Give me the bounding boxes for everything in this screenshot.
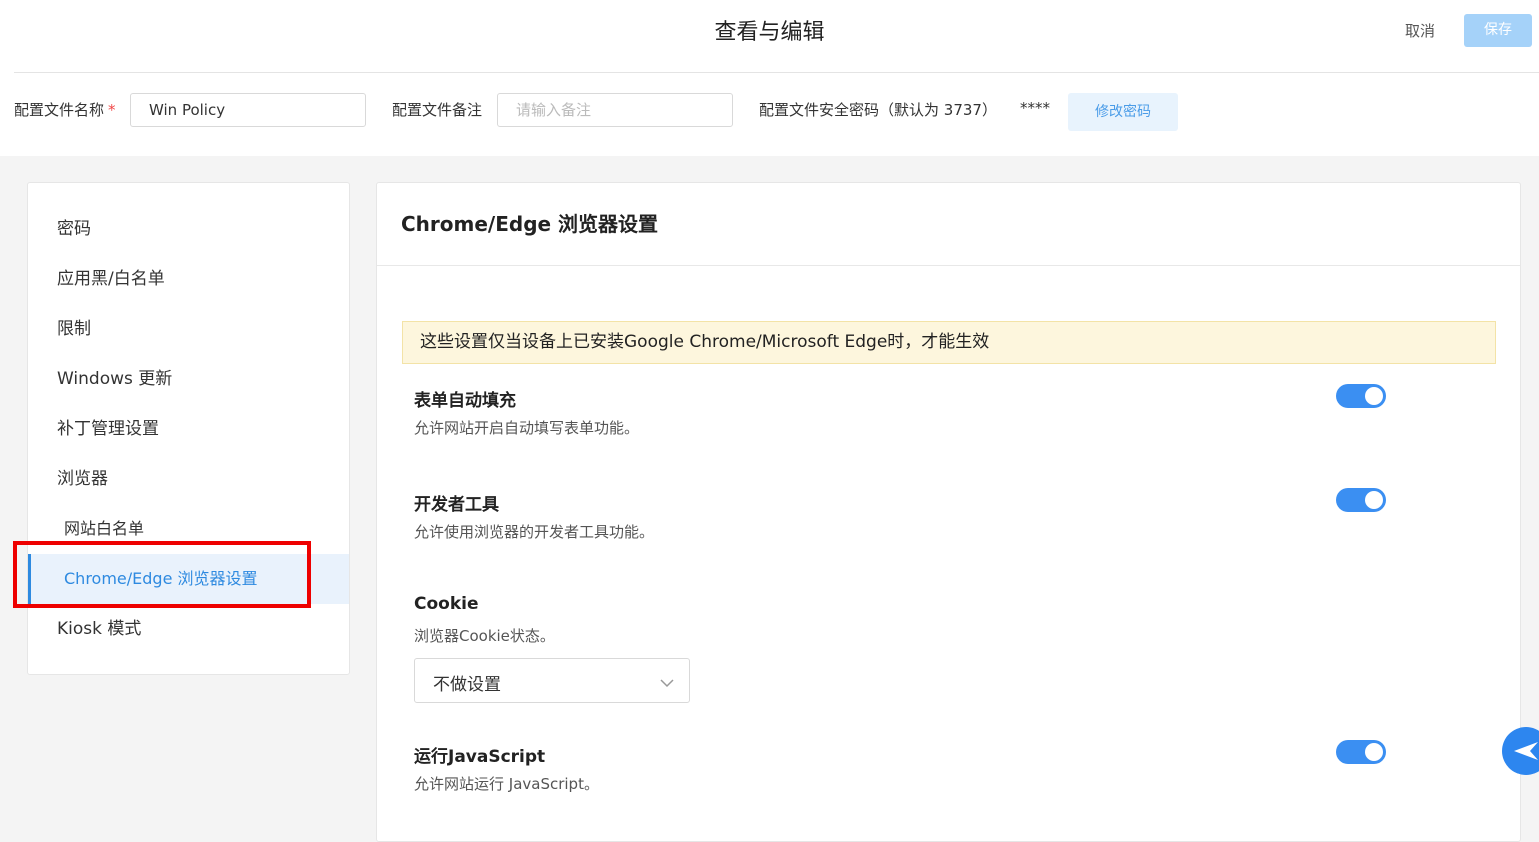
sidebar-item-restrictions[interactable]: 限制 — [28, 304, 349, 354]
profile-name-input[interactable]: Win Policy — [130, 93, 366, 127]
profile-note-label: 配置文件备注 — [392, 101, 483, 119]
panel-title: Chrome/Edge 浏览器设置 — [401, 212, 659, 236]
profile-password-label: 配置文件安全密码（默认为 3737） — [759, 101, 997, 119]
profile-name-label-text: 配置文件名称 — [14, 101, 105, 119]
cookie-select[interactable]: 不做设置 — [414, 658, 690, 703]
cancel-button[interactable]: 取消 — [1405, 20, 1435, 41]
notice-banner: 这些设置仅当设备上已安装Google Chrome/Microsoft Edge… — [402, 321, 1496, 364]
autofill-title: 表单自动填充 — [414, 391, 516, 411]
javascript-desc: 允许网站运行 JavaScript。 — [414, 775, 599, 793]
top-bar: 查看与编辑 取消 保存 配置文件名称 * Win Policy 配置文件备注 请输… — [0, 0, 1539, 156]
devtools-toggle[interactable] — [1336, 488, 1386, 512]
devtools-title: 开发者工具 — [414, 495, 499, 515]
change-password-button[interactable]: 修改密码 — [1068, 93, 1178, 131]
chevron-down-icon — [659, 674, 675, 693]
sidebar-item-password[interactable]: 密码 — [28, 204, 349, 254]
cookie-select-value: 不做设置 — [433, 675, 501, 695]
highlight-annotation-box — [13, 541, 311, 608]
toggle-knob — [1365, 387, 1383, 405]
sidebar-item-patch-management[interactable]: 补丁管理设置 — [28, 404, 349, 454]
devtools-desc: 允许使用浏览器的开发者工具功能。 — [414, 523, 655, 541]
javascript-toggle[interactable] — [1336, 740, 1386, 764]
autofill-toggle[interactable] — [1336, 384, 1386, 408]
sidebar-item-kiosk-mode[interactable]: Kiosk 模式 — [28, 604, 349, 654]
autofill-desc: 允许网站开启自动填写表单功能。 — [414, 419, 640, 437]
page-title: 查看与编辑 — [714, 20, 825, 45]
sidebar-item-browser[interactable]: 浏览器 — [28, 454, 349, 504]
divider — [14, 72, 1539, 73]
cookie-desc: 浏览器Cookie状态。 — [414, 627, 555, 645]
toggle-knob — [1365, 491, 1383, 509]
toggle-knob — [1365, 743, 1383, 761]
javascript-title: 运行JavaScript — [414, 747, 546, 767]
profile-name-label: 配置文件名称 * — [14, 99, 116, 120]
password-mask: **** — [1020, 99, 1050, 117]
cookie-title: Cookie — [414, 594, 479, 614]
sidebar-item-app-blacklist-whitelist[interactable]: 应用黑/白名单 — [28, 254, 349, 304]
save-button[interactable]: 保存 — [1464, 14, 1532, 47]
profile-note-input[interactable]: 请输入备注 — [497, 93, 733, 127]
panel-divider — [377, 265, 1520, 266]
sidebar-item-windows-update[interactable]: Windows 更新 — [28, 354, 349, 404]
required-mark: * — [108, 101, 116, 119]
